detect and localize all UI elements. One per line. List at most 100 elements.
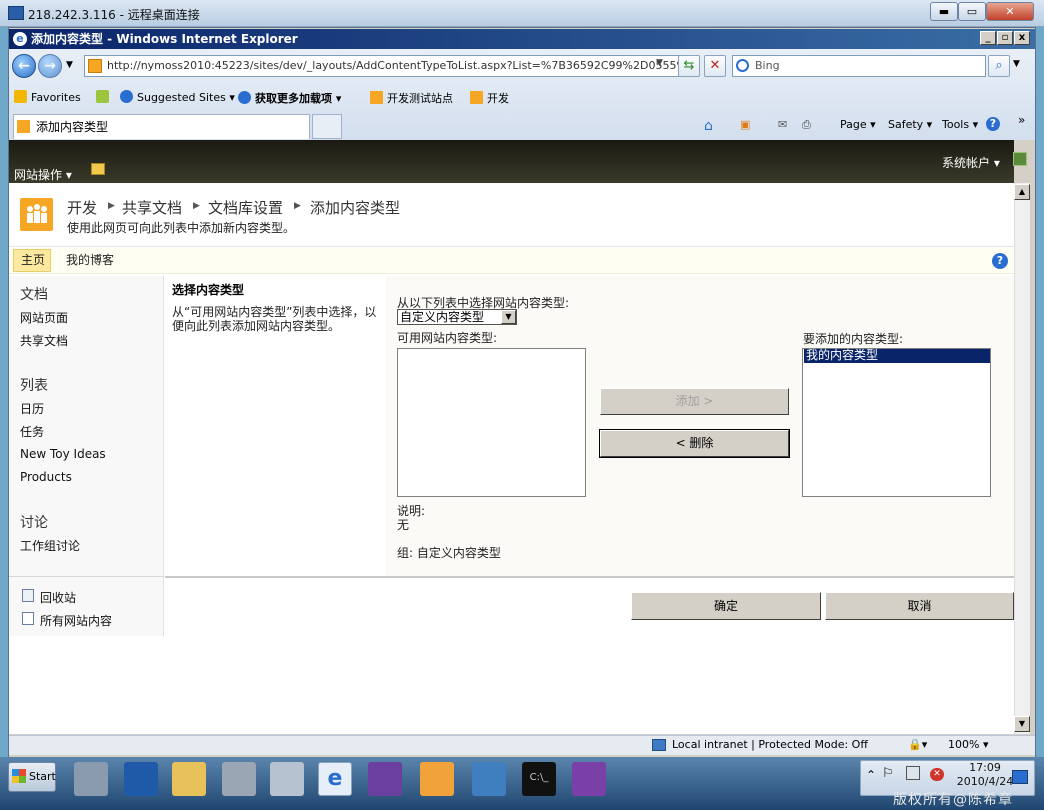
sharepoint-site-icon <box>370 91 383 104</box>
ie-page-icon <box>238 91 251 104</box>
feeds-icon[interactable]: ▣ <box>740 118 750 131</box>
available-types-listbox[interactable] <box>397 348 586 497</box>
suggested-sites-link[interactable]: Suggested Sites ▾ <box>120 90 235 104</box>
bing-icon <box>736 59 749 72</box>
user-menu[interactable]: 系统帐户 ▾ <box>942 154 1000 171</box>
types-to-add-listbox[interactable] <box>802 348 991 497</box>
show-desktop-icon[interactable] <box>1012 770 1028 784</box>
internet-explorer-icon[interactable]: e <box>318 762 352 796</box>
ql-recycle-bin[interactable]: 回收站 <box>40 589 76 606</box>
search-input[interactable]: Bing <box>732 55 986 77</box>
add-button[interactable]: 添加 > <box>600 388 789 415</box>
search-options-chevron-icon[interactable]: ▼ <box>1013 59 1020 69</box>
security-zone-text[interactable]: Local intranet | Protected Mode: Off <box>672 738 868 751</box>
rdp-maximize-button[interactable]: ▭ <box>958 2 986 21</box>
ql-documents-heading[interactable]: 文档 <box>20 284 48 304</box>
explorer-folder-icon[interactable] <box>172 762 206 796</box>
help-icon[interactable]: ? <box>986 117 1000 131</box>
tray-expand-icon[interactable]: ⌃ <box>866 768 876 782</box>
ql-shared-documents[interactable]: 共享文档 <box>20 332 68 349</box>
ie-minimize-button[interactable]: _ <box>980 31 996 45</box>
new-tab-button[interactable] <box>312 114 342 139</box>
zoom-level[interactable]: 100% ▾ <box>948 738 988 751</box>
ok-button[interactable]: 确定 <box>631 592 821 620</box>
favorites-button[interactable]: Favorites <box>14 90 81 104</box>
address-bar[interactable]: http://nymoss2010:45223/sites/dev/_layou… <box>84 55 680 77</box>
breadcrumb-separator-icon: ▶ <box>108 201 115 211</box>
home-icon[interactable]: ⌂ <box>704 118 713 134</box>
breadcrumb-dev[interactable]: 开发 <box>67 197 97 218</box>
ie-logo-icon: e <box>13 32 27 46</box>
network-tray-icon[interactable] <box>906 766 920 780</box>
page-menu[interactable]: Page ▾ <box>840 118 876 131</box>
protected-mode-icon[interactable]: 🔒▾ <box>908 738 927 751</box>
print-icon[interactable]: ⎙ <box>802 118 811 132</box>
stop-icon[interactable]: ✕ <box>704 55 726 77</box>
ql-all-site-content[interactable]: 所有网站内容 <box>40 612 112 629</box>
add-favorites-icon[interactable] <box>96 90 113 104</box>
dev-label: 开发 <box>487 92 509 105</box>
tools-icon[interactable] <box>420 762 454 796</box>
back-icon[interactable]: ← <box>12 54 36 78</box>
description-value: 无 <box>397 518 410 532</box>
ql-new-toy-ideas[interactable]: New Toy Ideas <box>20 447 106 461</box>
ql-team-discussion[interactable]: 工作组讨论 <box>20 537 80 554</box>
network-icon[interactable] <box>472 762 506 796</box>
site-actions-menu[interactable]: 网站操作 ▾ <box>14 166 72 183</box>
powershell-icon[interactable] <box>124 762 158 796</box>
recent-pages-chevron-icon[interactable]: ▼ <box>66 60 73 70</box>
remove-button[interactable]: < 删除 <box>599 429 790 458</box>
get-addons-link[interactable]: 获取更多加载项 ▾ <box>238 90 341 106</box>
command-prompt-icon[interactable]: C:\_ <box>522 762 556 796</box>
intranet-zone-icon <box>652 739 666 751</box>
rdp-close-button[interactable]: ✕ <box>986 2 1034 21</box>
top-nav-my-blog[interactable]: 我的博客 <box>66 251 114 268</box>
ql-discussions-heading[interactable]: 讨论 <box>20 512 48 532</box>
cancel-button[interactable]: 取消 <box>825 592 1014 620</box>
ql-calendar[interactable]: 日历 <box>20 400 44 417</box>
ql-site-pages[interactable]: 网站页面 <box>20 309 68 326</box>
address-dropdown-icon[interactable]: ▼ <box>656 58 663 68</box>
ql-divider <box>9 576 164 577</box>
types-to-add-item[interactable]: 我的内容类型 <box>804 349 990 363</box>
tools-menu[interactable]: Tools ▾ <box>942 118 978 131</box>
mail-icon[interactable]: ✉ <box>778 118 787 131</box>
recycle-bin-icon <box>22 589 34 602</box>
vertical-scrollbar[interactable] <box>1014 183 1030 734</box>
dev-test-site-link[interactable]: 开发测试站点 <box>370 90 453 106</box>
taskbar-clock[interactable]: 17:09 2010/4/24 <box>950 761 1020 789</box>
section-description: 从“可用网站内容类型”列表中选择，以便向此列表添加网站内容类型。 <box>172 305 377 333</box>
browser-tab[interactable]: 添加内容类型 <box>13 114 310 139</box>
top-nav-home[interactable]: 主页 <box>21 251 45 268</box>
dev-link[interactable]: 开发 <box>470 90 509 106</box>
safety-menu[interactable]: Safety ▾ <box>888 118 932 131</box>
breadcrumb-shared-docs[interactable]: 共享文档 <box>122 197 182 218</box>
group-select[interactable]: 自定义内容类型 <box>397 309 517 325</box>
ql-tasks[interactable]: 任务 <box>20 423 44 440</box>
action-center-flag-icon[interactable]: ⚐ <box>882 766 894 781</box>
infopath-icon[interactable] <box>572 762 606 796</box>
all-content-icon <box>22 612 34 625</box>
forward-icon[interactable]: → <box>38 54 62 78</box>
overflow-chevron-icon[interactable]: » <box>1018 113 1025 127</box>
admin-tools-icon[interactable] <box>222 762 256 796</box>
breadcrumb-library-settings[interactable]: 文档库设置 <box>208 197 283 218</box>
ql-lists-heading[interactable]: 列表 <box>20 375 48 395</box>
select-dropdown-icon[interactable]: ▼ <box>501 310 516 324</box>
services-icon[interactable] <box>270 762 304 796</box>
ie-close-button[interactable]: x <box>1014 31 1030 45</box>
page-description: 使用此网页可向此列表中添加新内容类型。 <box>67 221 296 235</box>
ql-products[interactable]: Products <box>20 470 72 484</box>
ie-restore-button[interactable]: ▫ <box>997 31 1013 45</box>
sp-help-icon[interactable]: ? <box>992 253 1008 269</box>
visual-studio-icon[interactable] <box>368 762 402 796</box>
favorites-label: Favorites <box>31 91 81 104</box>
rdp-minimize-button[interactable]: ▬ <box>930 2 958 21</box>
navigate-up-icon[interactable] <box>91 163 105 175</box>
scroll-up-icon[interactable]: ▲ <box>1014 184 1030 200</box>
server-manager-icon[interactable] <box>74 762 108 796</box>
search-icon[interactable]: ⌕ <box>988 55 1010 77</box>
compat-view-icon[interactable]: ⇆ <box>678 55 700 77</box>
volume-muted-icon[interactable]: ✕ <box>930 768 944 781</box>
scroll-down-icon[interactable]: ▼ <box>1014 716 1030 732</box>
